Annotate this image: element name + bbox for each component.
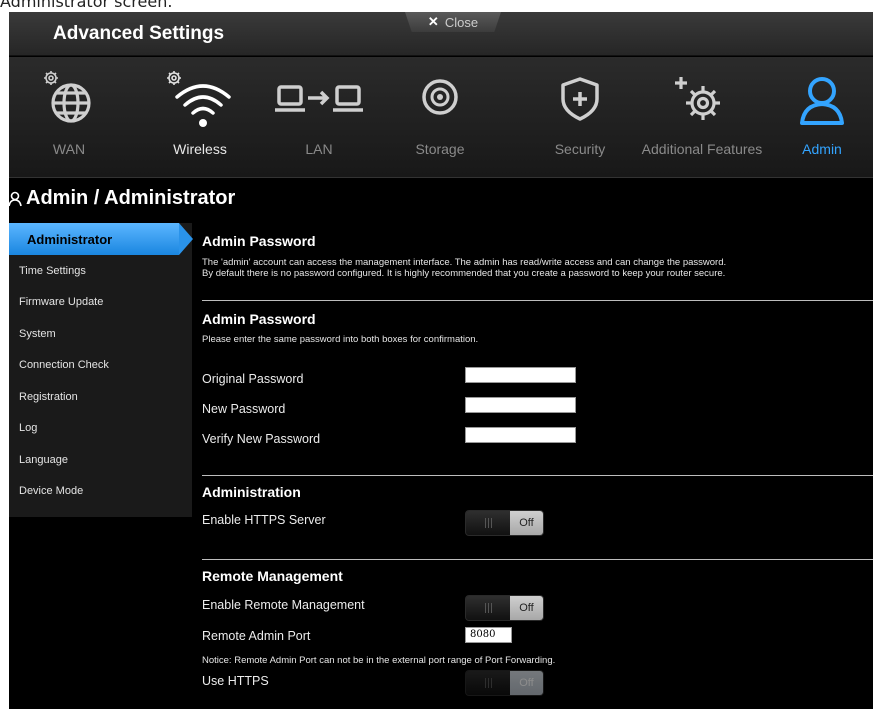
sidebar: Administrator Time Settings Firmware Upd… <box>9 223 193 517</box>
nav-label-lan: LAN <box>305 141 333 157</box>
nav-item-admin[interactable]: Admin <box>789 57 855 178</box>
nav-label-storage: Storage <box>415 141 465 157</box>
nav-item-storage[interactable]: Storage <box>405 57 475 178</box>
wifi-gear-icon <box>155 71 245 127</box>
nav-label-admin: Admin <box>802 141 842 157</box>
sidebar-item-label: Firmware Update <box>19 296 104 308</box>
user-icon <box>789 71 855 127</box>
administration-heading: Administration <box>202 484 301 500</box>
sidebar-item-label: Device Mode <box>19 485 84 497</box>
sidebar-item-administrator[interactable]: Administrator <box>9 223 193 255</box>
section-title: Admin / Administrator <box>26 187 236 209</box>
original-password-label: Original Password <box>202 372 304 386</box>
user-small-icon <box>9 191 23 212</box>
divider <box>202 475 873 476</box>
original-password-field[interactable] <box>465 367 576 383</box>
gear-plus-icon <box>637 71 767 127</box>
close-button[interactable]: ✕ Close <box>405 12 501 32</box>
https-server-toggle[interactable]: Off <box>465 510 544 536</box>
top-caption-text: Administrator screen. <box>0 0 173 11</box>
password-instructions: Please enter the same password into both… <box>202 334 479 345</box>
nav-item-wan[interactable]: WAN <box>29 57 109 178</box>
sidebar-item-device-mode[interactable]: Device Mode <box>9 475 192 507</box>
divider <box>202 559 873 560</box>
sidebar-item-label: Log <box>19 422 38 434</box>
nav-item-security[interactable]: Security <box>545 57 615 178</box>
nav-label-security: Security <box>554 141 606 157</box>
close-x-icon: ✕ <box>427 14 439 29</box>
nav-item-wireless[interactable]: Wireless <box>155 57 245 178</box>
sidebar-item-label: Language <box>19 454 68 466</box>
toggle-state: Off <box>510 671 543 695</box>
remote-management-heading: Remote Management <box>202 568 343 584</box>
main-content: Admin Password The 'admin' account can a… <box>202 223 873 709</box>
password-heading: Admin Password <box>202 311 316 327</box>
close-label: Close <box>444 14 479 30</box>
lan-computers-icon <box>271 71 367 127</box>
page-header-title: Advanced Settings <box>53 23 225 44</box>
router-admin-app: Advanced Settings ✕ Close WAN Wireless L… <box>9 12 873 709</box>
toggle-state: Off <box>510 596 543 620</box>
sidebar-item-label: Registration <box>19 391 78 403</box>
toggle-grip <box>466 596 510 620</box>
nav-item-lan[interactable]: LAN <box>271 57 367 178</box>
new-password-label: New Password <box>202 402 286 416</box>
intro-line-2: By default there is no password configur… <box>202 268 726 279</box>
active-arrow-indicator <box>179 223 193 255</box>
nav-item-additional-features[interactable]: Additional Features <box>637 57 767 178</box>
sidebar-item-connection-check[interactable]: Connection Check <box>9 349 192 381</box>
port-notice: Notice: Remote Admin Port can not be in … <box>202 655 556 666</box>
sidebar-item-system[interactable]: System <box>9 318 192 350</box>
sidebar-item-label: Administrator <box>27 231 113 247</box>
sidebar-item-firmware-update[interactable]: Firmware Update <box>9 286 192 318</box>
new-password-field[interactable] <box>465 397 576 413</box>
remote-management-toggle[interactable]: Off <box>465 595 544 621</box>
sidebar-item-language[interactable]: Language <box>9 444 192 476</box>
shield-plus-icon <box>545 71 615 127</box>
remote-admin-port-label: Remote Admin Port <box>202 629 311 643</box>
sidebar-item-log[interactable]: Log <box>9 412 192 444</box>
header-bar: Advanced Settings ✕ Close <box>9 12 873 56</box>
toggle-grip <box>466 671 510 695</box>
sidebar-item-label: System <box>19 328 56 340</box>
sidebar-item-registration[interactable]: Registration <box>9 381 192 413</box>
nav-label-wireless: Wireless <box>173 141 227 157</box>
top-caption: Administrator screen. <box>0 0 873 12</box>
verify-password-label: Verify New Password <box>202 432 321 446</box>
remote-admin-port-field[interactable]: 8080 <box>465 627 512 643</box>
globe-gear-icon <box>29 71 109 127</box>
sidebar-item-label: Time Settings <box>19 265 86 277</box>
https-server-label: Enable HTTPS Server <box>202 513 326 527</box>
disc-icon <box>405 71 475 127</box>
use-https-label: Use HTTPS <box>202 674 269 688</box>
toggle-state: Off <box>510 511 543 535</box>
toggle-grip <box>466 511 510 535</box>
verify-password-field[interactable] <box>465 427 576 443</box>
nav-label-wan: WAN <box>52 141 86 157</box>
section-title-bar: Admin / Administrator <box>9 179 873 219</box>
use-https-toggle[interactable]: Off <box>465 670 544 696</box>
sidebar-item-label: Connection Check <box>19 359 109 371</box>
intro-heading: Admin Password <box>202 233 316 249</box>
intro-line-1: The 'admin' account can access the manag… <box>202 257 727 268</box>
main-nav: WAN Wireless LAN Storage Security Additi… <box>9 57 873 178</box>
sidebar-item-time-settings[interactable]: Time Settings <box>9 255 192 287</box>
nav-label-additional-features: Additional Features <box>641 141 763 157</box>
divider <box>202 300 873 301</box>
remote-management-label: Enable Remote Management <box>202 598 365 612</box>
